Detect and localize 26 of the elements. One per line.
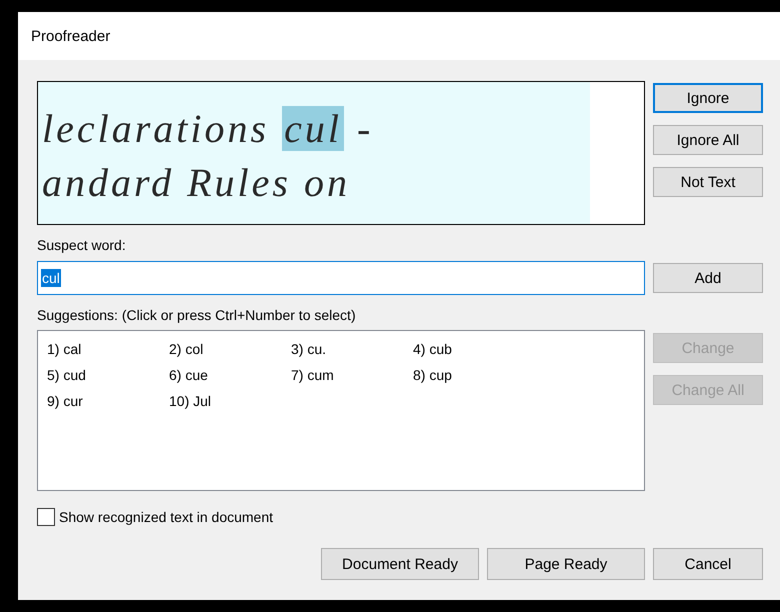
suggestion-item[interactable]: 8) cup [413, 366, 535, 392]
suggestion-item[interactable]: 10) Jul [169, 392, 291, 418]
suggestion-item[interactable]: 5) cud [47, 366, 169, 392]
window-title: Proofreader [18, 12, 780, 60]
suggestion-item[interactable]: 6) cue [169, 366, 291, 392]
suggestions-list[interactable]: 1) cal 2) col 3) cu. 4) cub 5) cud 6) cue 7) cum 8) cup 9) cur 10) Jul [37, 330, 645, 491]
ignore-all-button[interactable]: Ignore All [653, 125, 763, 155]
suggestion-item[interactable]: 1) cal [47, 340, 169, 366]
suspect-word-field[interactable]: cul [37, 261, 645, 295]
suggestion-item[interactable]: 4) cub [413, 340, 535, 366]
field-label: Suspect word: [37, 236, 127, 255]
suggestion-item[interactable]: 2) col [169, 340, 291, 366]
suggestion-item[interactable]: 3) cu. [291, 340, 413, 366]
scanned-text: andard Rules on [41, 159, 350, 207]
add-button[interactable]: Add [653, 263, 763, 293]
scanned-text: leclarations cul - [41, 105, 374, 153]
field-label: Suggestions: (Click or press Ctrl+Number to select) [37, 306, 357, 325]
page-ready-button[interactable]: Page Ready [487, 548, 645, 580]
ignore-button[interactable]: Ignore [653, 83, 763, 113]
suggestion-item[interactable]: 7) cum [291, 366, 413, 392]
checkbox-label: Show recognized text in document [59, 509, 274, 525]
document-ready-button[interactable]: Document Ready [321, 548, 479, 580]
not-text-button[interactable]: Not Text [653, 167, 763, 197]
checkbox[interactable] [37, 508, 55, 526]
suggestion-item[interactable]: 9) cur [47, 392, 169, 418]
cancel-button[interactable]: Cancel [653, 548, 763, 580]
